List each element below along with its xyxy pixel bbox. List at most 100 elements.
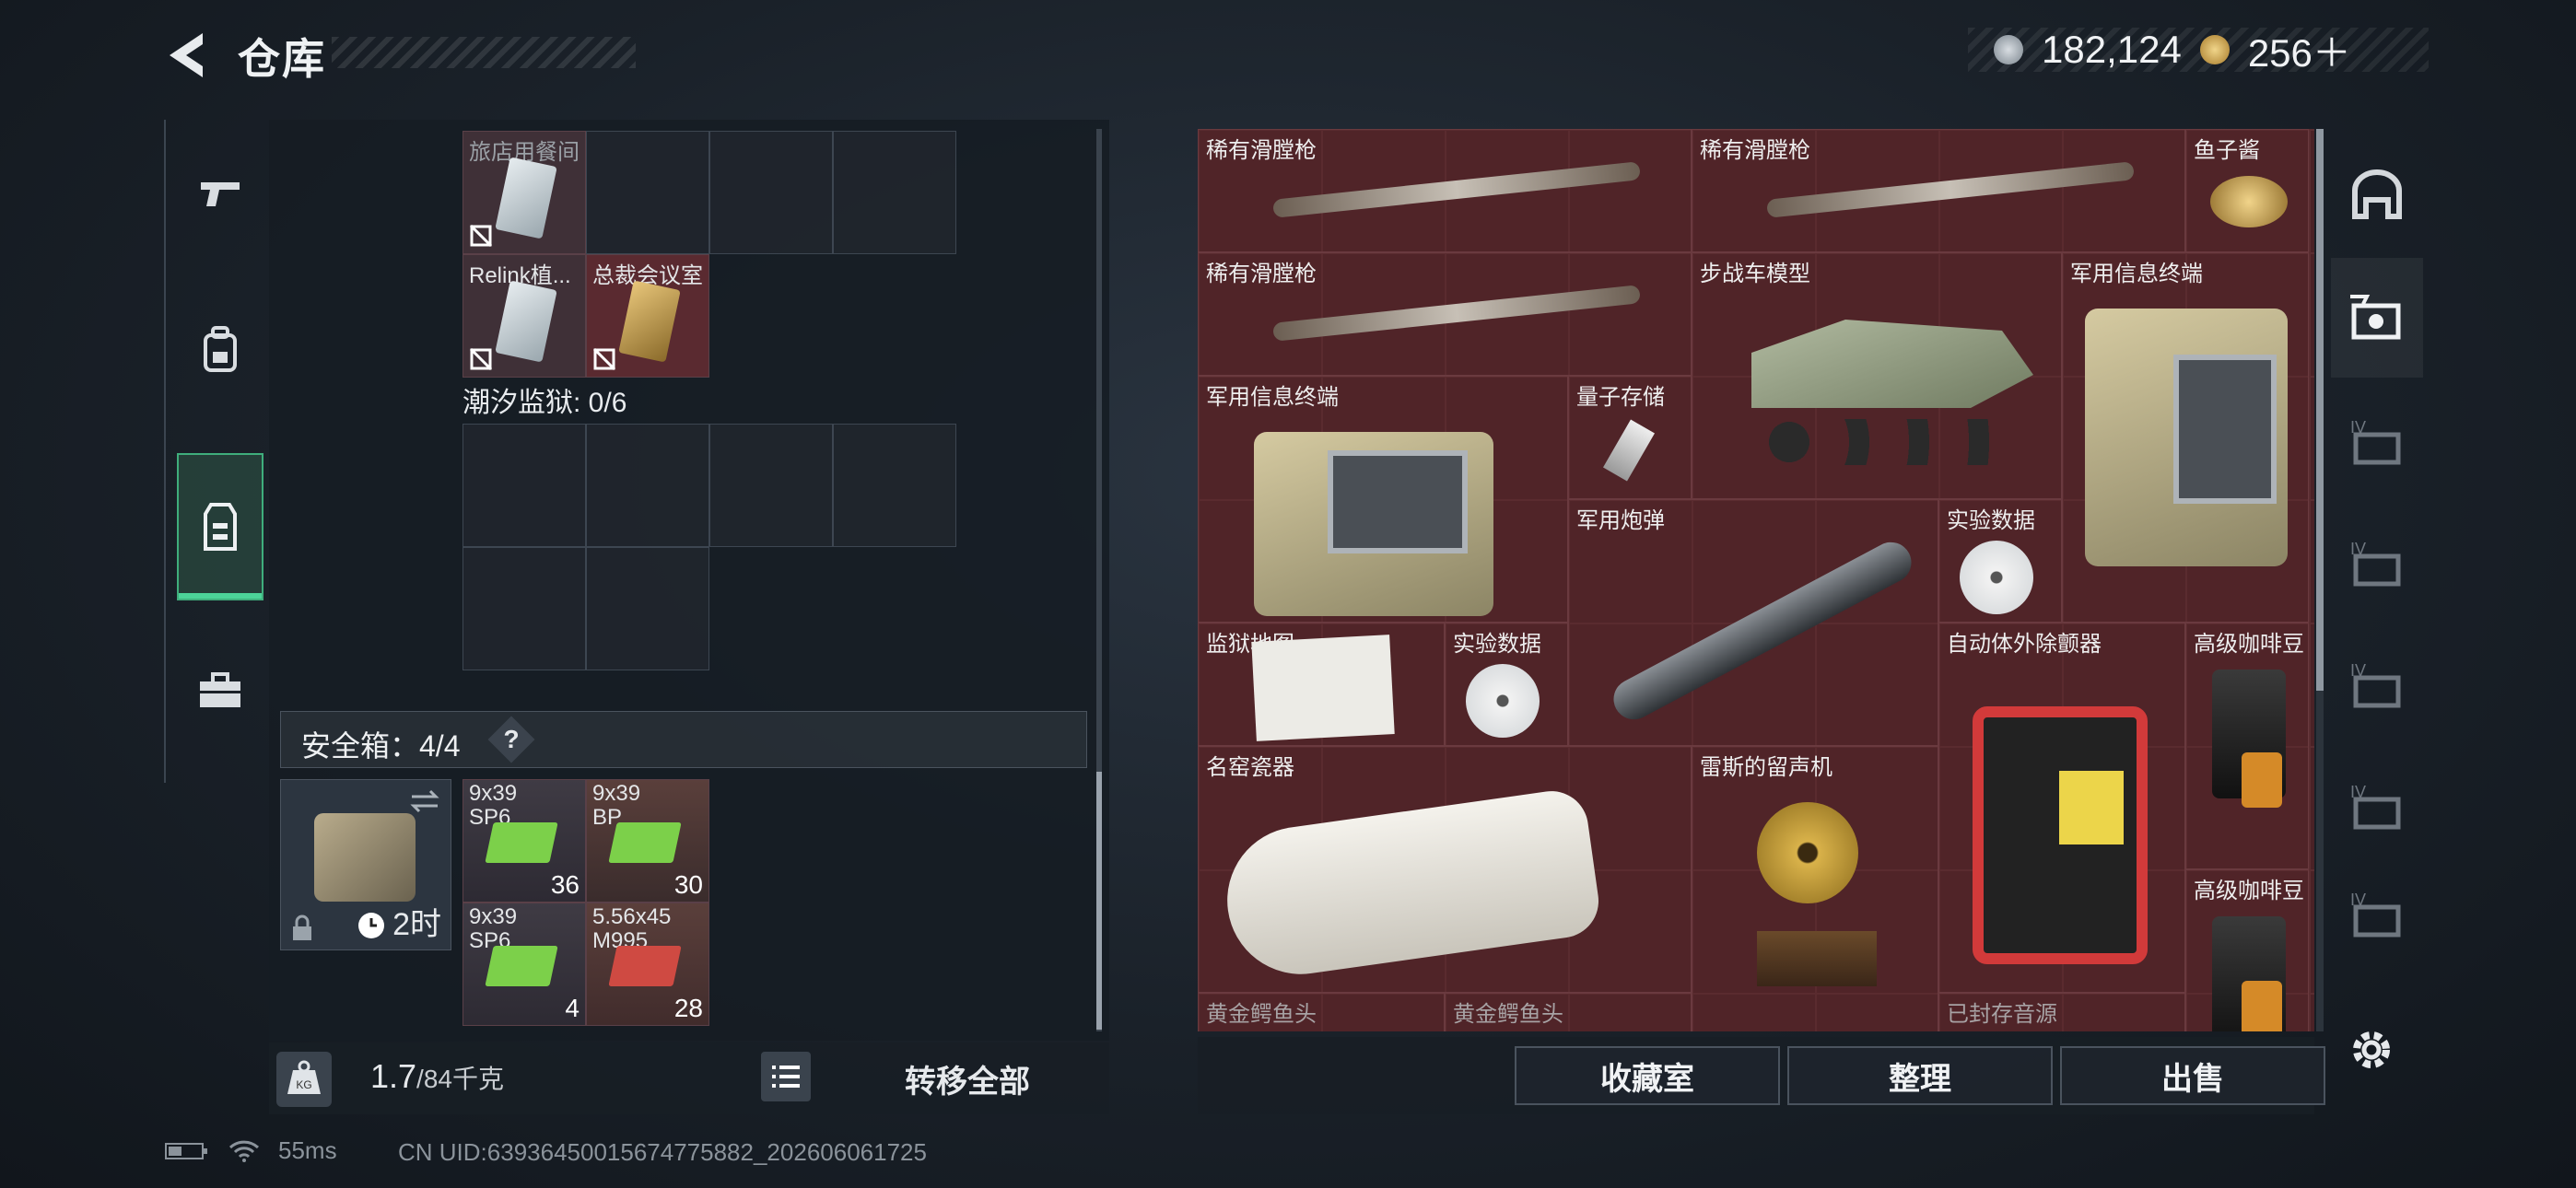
right-scrollbar-thumb[interactable] xyxy=(2316,129,2324,691)
ammo-item[interactable]: 9x39 SP6 4 xyxy=(463,903,586,1026)
level-iv-icon: IV xyxy=(2350,783,2401,830)
stash-item-caviar[interactable]: 鱼子酱 xyxy=(2185,129,2309,252)
stash-item-gold-croc-head[interactable]: 黄金鳄鱼头 xyxy=(1198,993,1445,1031)
left-category-tabs xyxy=(164,120,263,783)
keycard-icon xyxy=(495,280,557,363)
help-button[interactable]: ? xyxy=(487,716,535,763)
item-name: 实验数据 xyxy=(1453,632,1541,657)
terminal-screen-icon xyxy=(1328,450,1468,553)
item-name: 量子存储 xyxy=(1576,385,1665,410)
item-name: 雷斯的留声机 xyxy=(1700,755,1832,780)
stash-item-porcelain[interactable]: 名窑瓷器 xyxy=(1198,746,1692,993)
item-quantity: 36 xyxy=(550,870,580,899)
item-name: 已封存音源 xyxy=(1947,1002,2057,1027)
level-iv-icon: IV xyxy=(2350,418,2401,465)
caviar-tin-icon xyxy=(2210,176,2288,227)
tab-toolbox[interactable] xyxy=(177,617,263,764)
tab-level-iv-5[interactable]: IV xyxy=(2331,868,2423,960)
safe-box-container[interactable]: 2时 xyxy=(280,779,451,950)
stash-item-coffee-beans[interactable]: 高级咖啡豆 xyxy=(2185,623,2309,869)
item-name: 名窑瓷器 xyxy=(1206,755,1294,780)
stash-item-gold-croc-head[interactable]: 黄金鳄鱼头 xyxy=(1445,993,1692,1031)
stash-item-military-terminal[interactable]: 军用信息终端 xyxy=(1198,376,1568,623)
tab-level-iv-1[interactable]: IV xyxy=(2331,381,2423,501)
settings-button[interactable] xyxy=(2344,1022,2399,1077)
stash-item-gramophone[interactable]: 雷斯的留声机 xyxy=(1692,746,1938,1031)
coffee-bag-icon xyxy=(2242,981,2282,1031)
stash-item-military-shell[interactable]: 军用炮弹 xyxy=(1568,499,1938,746)
keycard-item[interactable]: 总裁会议室 xyxy=(586,254,709,378)
player-uid: CN UID:6393645001567477​5882_20260606172… xyxy=(398,1138,927,1166)
right-storage-tabs: IV IV IV IV IV xyxy=(2331,120,2423,1041)
stash-item-sealed-source[interactable]: 已封存音源 xyxy=(1938,993,2185,1031)
keycard-icon xyxy=(495,157,557,239)
gramophone-horn-icon xyxy=(1757,802,1858,903)
transfer-all-button[interactable]: 转移全部 xyxy=(829,1042,1106,1114)
safe-box-header: 安全箱：4/4 ? xyxy=(280,711,1087,768)
tab-backpack[interactable] xyxy=(177,276,263,424)
vase-icon xyxy=(1217,786,1604,984)
safe-box-label: 安全箱：4/4 xyxy=(301,729,461,763)
item-quantity: 30 xyxy=(673,870,703,899)
ammo-item[interactable]: 5.56x45 M995 28 xyxy=(586,903,709,1026)
tab-stash[interactable] xyxy=(2331,134,2423,254)
gold-amount[interactable]: 256＋ xyxy=(2248,22,2351,78)
tab-level-iv-2[interactable]: IV xyxy=(2331,503,2423,623)
gramophone-base-icon xyxy=(1757,931,1877,986)
lock-icon xyxy=(293,914,311,940)
aed-label-icon xyxy=(2059,771,2124,844)
tab-collection[interactable] xyxy=(2331,258,2423,378)
item-name: 实验数据 xyxy=(1947,508,2035,533)
stash-item-prison-map[interactable]: 监狱地图 xyxy=(1198,623,1445,746)
collection-icon xyxy=(2350,295,2401,340)
missile-icon xyxy=(1606,535,1919,727)
stash-item-ifv-model[interactable]: 步战车模型 xyxy=(1692,252,2062,499)
list-icon xyxy=(772,1066,800,1088)
item-quantity: 28 xyxy=(673,994,703,1022)
keycard-item[interactable]: 旅店用餐间 xyxy=(463,131,586,254)
stash-item-military-terminal[interactable]: 军用信息终端 xyxy=(2062,252,2309,623)
sell-button[interactable]: 出售 xyxy=(2060,1046,2325,1105)
item-name: 高级咖啡豆 xyxy=(2194,879,2304,903)
musket-icon xyxy=(1272,285,1641,342)
svg-text:KG: KG xyxy=(296,1078,311,1091)
stash-grid: 稀有滑膛枪 稀有滑膛枪 鱼子酱 稀有滑膛枪 步战车模型 军用信息终端 军用信息终… xyxy=(1198,129,2314,1031)
stash-item-coffee-beans[interactable]: 高级咖啡豆 xyxy=(2185,869,2309,1031)
stash-item-musket[interactable]: 稀有滑膛枪 xyxy=(1198,129,1692,252)
item-name: 鱼子酱 xyxy=(2194,138,2260,163)
page-title: 仓库 xyxy=(238,35,326,83)
silver-coin-icon xyxy=(1994,35,2023,64)
tab-level-iv-4[interactable]: IV xyxy=(2331,746,2423,866)
item-name: 高级咖啡豆 xyxy=(2194,632,2304,657)
collection-room-button[interactable]: 收藏室 xyxy=(1515,1046,1780,1105)
stash-item-experiment-data[interactable]: 实验数据 xyxy=(1445,623,1568,746)
stash-item-experiment-data[interactable]: 实验数据 xyxy=(1938,499,2062,623)
keycard-item[interactable]: Relink植... xyxy=(463,254,586,378)
item-name: 军用信息终端 xyxy=(2070,262,2203,286)
list-view-button[interactable] xyxy=(761,1052,811,1101)
stash-arch-icon xyxy=(2352,169,2402,219)
swap-icon[interactable] xyxy=(408,787,441,815)
ammo-item[interactable]: 9x39 SP6 36 xyxy=(463,779,586,903)
stash-item-musket[interactable]: 稀有滑膛枪 xyxy=(1692,129,2185,252)
sort-button[interactable]: 整理 xyxy=(1787,1046,2053,1105)
tab-weapons[interactable] xyxy=(177,120,263,267)
ammo-box-icon xyxy=(485,822,558,863)
vehicle-icon xyxy=(1751,320,2033,408)
help-icon: ? xyxy=(503,725,520,753)
tab-level-iv-3[interactable]: IV xyxy=(2331,624,2423,744)
ammo-item[interactable]: 9x39 BP 30 xyxy=(586,779,709,903)
prison-grid-row1 xyxy=(463,424,956,547)
stash-item-musket[interactable]: 稀有滑膛枪 xyxy=(1198,252,1692,376)
stash-item-quantum-storage[interactable]: 量子存储 xyxy=(1568,376,1692,499)
pistol-icon xyxy=(201,182,240,206)
tab-vest[interactable] xyxy=(177,453,263,600)
vest-icon xyxy=(204,503,237,551)
stash-item-aed[interactable]: 自动体外除颤器 xyxy=(1938,623,2185,993)
item-quantity: 4 xyxy=(565,994,580,1022)
left-scrollbar-thumb[interactable] xyxy=(1096,772,1102,1030)
level-iv-icon: IV xyxy=(2350,661,2401,708)
level-iv-icon: IV xyxy=(2350,540,2401,587)
keycard-icon xyxy=(618,280,681,363)
back-button[interactable] xyxy=(162,28,214,83)
